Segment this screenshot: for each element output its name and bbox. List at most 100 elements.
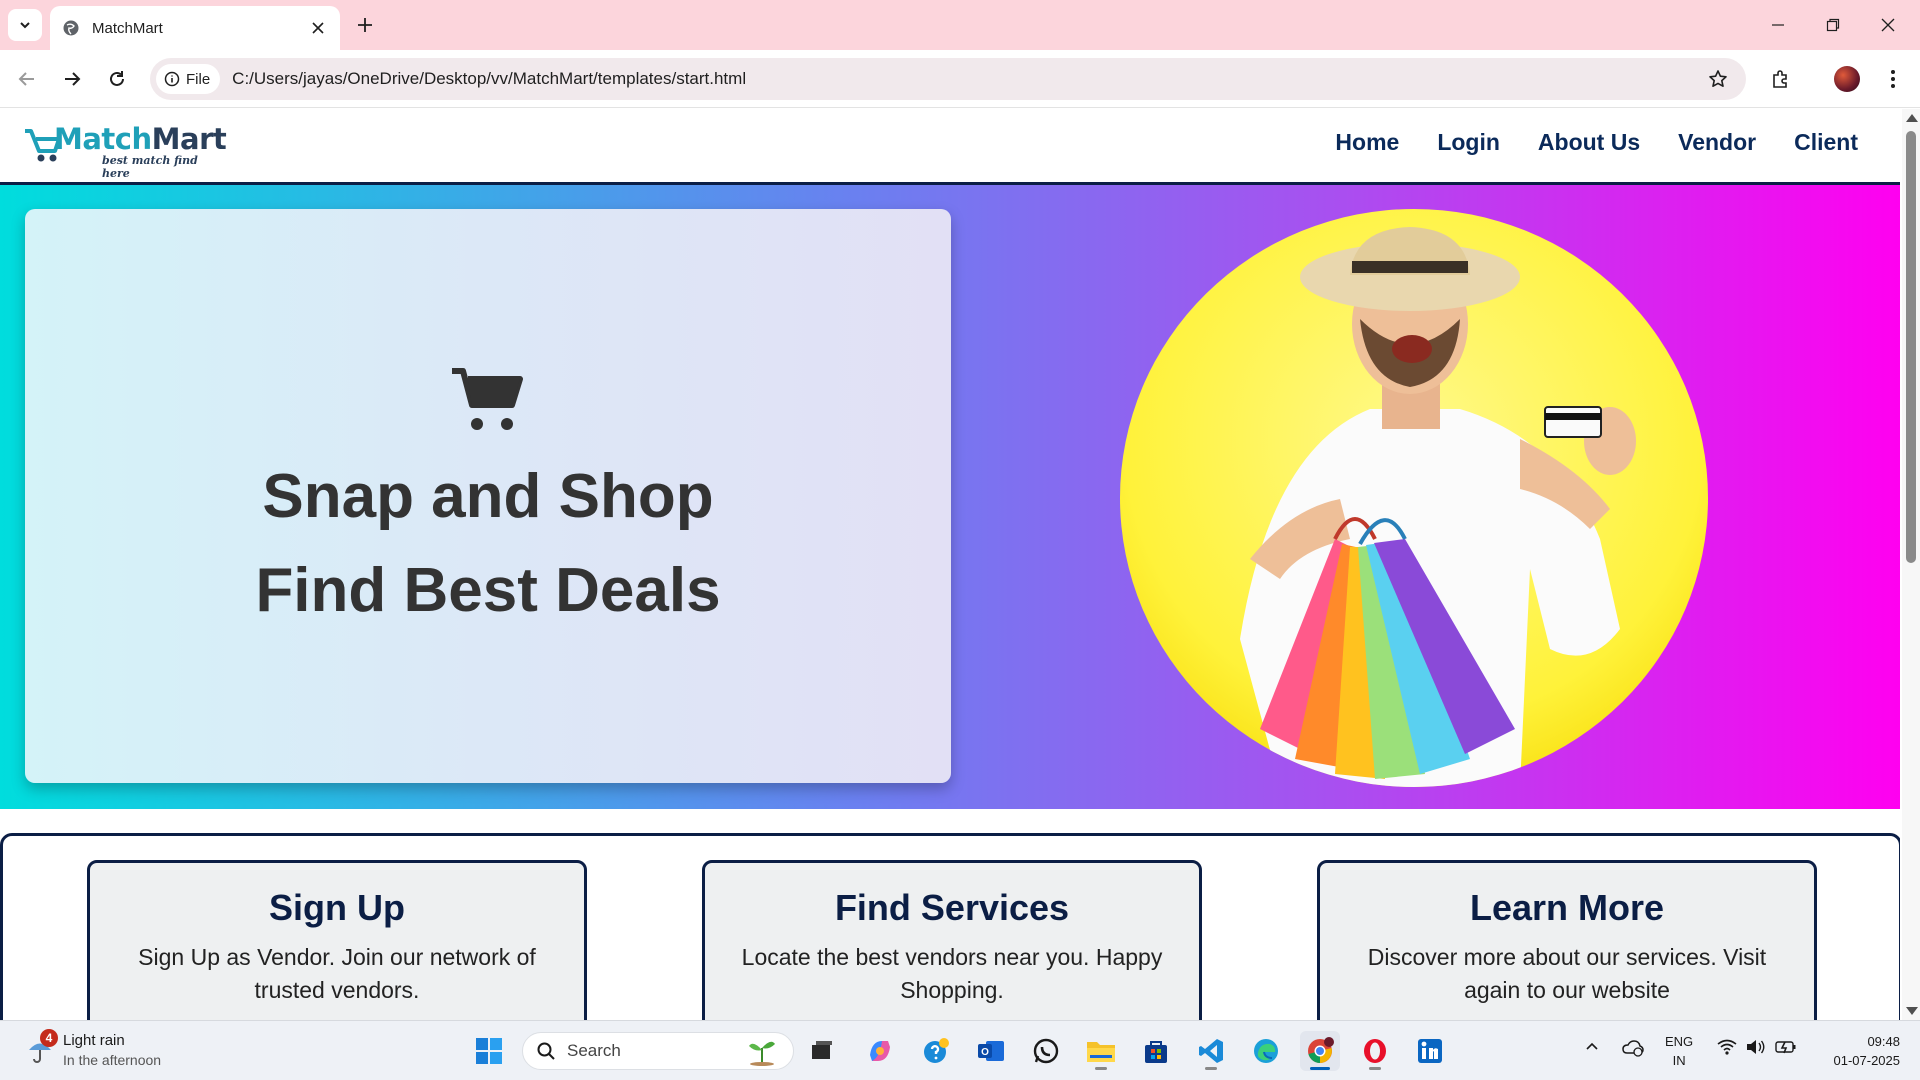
star-icon [1709, 70, 1727, 87]
plant-icon [749, 1041, 775, 1066]
show-hidden-icons-button[interactable] [1585, 1039, 1599, 1058]
notification-badge: 4 [40, 1029, 58, 1047]
feature-description: Locate the best vendors near you. Happy … [741, 944, 1163, 1003]
extensions-button[interactable] [1766, 64, 1796, 94]
taskbar-chrome[interactable] [1300, 1031, 1340, 1071]
feature-card-find-services[interactable]: Find Services Locate the best vendors ne… [702, 860, 1202, 1020]
language-code: ENG [1665, 1034, 1694, 1049]
restore-icon [1826, 18, 1840, 32]
reload-icon [110, 71, 124, 86]
minimize-icon [1772, 24, 1784, 26]
whatsapp-icon [1033, 1038, 1059, 1064]
new-tab-button[interactable] [352, 12, 378, 38]
profile-avatar[interactable] [1834, 66, 1860, 92]
matchmart-logo[interactable]: MatchMart best match find here [24, 121, 227, 180]
nav-link-about-us[interactable]: About Us [1538, 129, 1640, 156]
taskbar-edge[interactable] [1246, 1031, 1286, 1071]
info-icon [164, 71, 180, 87]
close-tab-button[interactable] [308, 18, 328, 38]
nav-link-home[interactable]: Home [1335, 129, 1399, 156]
start-button[interactable] [469, 1031, 509, 1071]
cloud-sync-icon [1622, 1040, 1644, 1057]
feature-title: Learn More [1469, 887, 1665, 928]
kebab-menu-icon [1891, 70, 1895, 88]
tab-search-button[interactable] [8, 9, 42, 41]
onedrive-tray-icon[interactable] [1622, 1039, 1644, 1062]
browser-menu-button[interactable] [1878, 64, 1908, 94]
nav-link-vendor[interactable]: Vendor [1678, 129, 1756, 156]
forward-button[interactable] [57, 64, 87, 94]
battery-charging-icon [1775, 1041, 1796, 1054]
logo-accent: Mart [151, 122, 227, 156]
search-icon [537, 1042, 555, 1060]
help-icon [924, 1038, 949, 1063]
taskbar-task-view[interactable] [802, 1031, 842, 1071]
site-nav-links: Home Login About Us Vendor Client [1335, 129, 1858, 156]
shopping-cart-icon [452, 368, 523, 430]
search-placeholder: Search [567, 1041, 621, 1060]
hero-heading-line-2: Find Best Deals [255, 556, 721, 625]
hero-heading-line-1: Snap and Shop [262, 462, 714, 531]
plus-icon [358, 18, 372, 32]
browser-tab-strip: MatchMart [0, 0, 1920, 50]
taskbar-search[interactable]: Search [522, 1032, 794, 1070]
wifi-status[interactable] [1717, 1039, 1737, 1060]
taskbar-vscode[interactable] [1191, 1031, 1231, 1071]
restore-button[interactable] [1813, 10, 1853, 40]
close-icon [312, 22, 324, 34]
task-view-icon [812, 1041, 832, 1059]
feature-card-sign-up[interactable]: Sign Up Sign Up as Vendor. Join our netw… [87, 860, 587, 1020]
taskbar-outlook[interactable]: O [971, 1031, 1011, 1071]
scroll-up-arrow-icon[interactable] [1906, 114, 1918, 122]
feature-title: Sign Up [269, 887, 405, 928]
nav-link-login[interactable]: Login [1437, 129, 1500, 156]
feature-title: Find Services [834, 887, 1070, 928]
taskbar-store[interactable] [1136, 1031, 1176, 1071]
browser-tab-matchmart[interactable]: MatchMart [50, 6, 340, 50]
url-text[interactable]: C:/Users/jayas/OneDrive/Desktop/vv/Match… [232, 69, 1702, 89]
logo-wordmark: MatchMart [54, 122, 227, 156]
nav-link-client[interactable]: Client [1794, 129, 1858, 156]
vscode-icon [1199, 1039, 1223, 1063]
close-window-button[interactable] [1868, 10, 1908, 40]
taskbar-linkedin[interactable] [1410, 1031, 1450, 1071]
wifi-icon [1717, 1039, 1737, 1055]
reload-button[interactable] [102, 64, 132, 94]
logo-tagline: best match find here [102, 154, 198, 180]
tab-title: MatchMart [92, 19, 163, 37]
address-bar[interactable]: File C:/Users/jayas/OneDrive/Desktop/vv/… [150, 58, 1746, 100]
volume-status[interactable] [1746, 1039, 1766, 1060]
windows-logo-icon [476, 1038, 502, 1064]
store-icon [1145, 1041, 1167, 1063]
taskbar-tips[interactable] [916, 1031, 956, 1071]
taskbar-file-explorer[interactable] [1081, 1031, 1121, 1071]
site-info-chip[interactable]: File [156, 64, 221, 94]
page-scrollbar[interactable] [1902, 109, 1920, 1020]
arrow-right-icon [65, 72, 81, 86]
taskbar-whatsapp[interactable] [1026, 1031, 1066, 1071]
chip-label: File [186, 70, 211, 88]
running-indicator [1095, 1067, 1107, 1070]
copilot-icon [870, 1041, 890, 1061]
system-clock[interactable]: 09:48 01-07-2025 [1814, 1032, 1901, 1070]
back-button[interactable] [12, 64, 42, 94]
weather-condition: Light rain [63, 1032, 125, 1049]
edge-icon [1254, 1039, 1278, 1063]
feature-description: Discover more about our services. Visit … [1367, 944, 1767, 1003]
minimize-button[interactable] [1758, 10, 1798, 40]
scroll-down-arrow-icon[interactable] [1906, 1007, 1918, 1015]
feature-card-learn-more[interactable]: Learn More Discover more about our servi… [1317, 860, 1817, 1020]
running-indicator [1205, 1067, 1217, 1070]
scroll-thumb[interactable] [1906, 131, 1916, 563]
puzzle-icon [1773, 70, 1787, 88]
input-language-indicator[interactable]: ENG IN [1665, 1032, 1693, 1070]
site-header: MatchMart best match find here Home Logi… [0, 109, 1900, 185]
opera-icon [1364, 1039, 1386, 1063]
taskbar-opera[interactable] [1355, 1031, 1395, 1071]
battery-status[interactable] [1775, 1039, 1797, 1060]
hero-shopper-image [1120, 209, 1708, 787]
bookmark-button[interactable] [1702, 63, 1734, 95]
taskbar-copilot[interactable] [860, 1031, 900, 1071]
svg-text:O: O [981, 1047, 989, 1058]
weather-widget[interactable]: 4 Light rain In the afternoon [22, 1029, 202, 1073]
